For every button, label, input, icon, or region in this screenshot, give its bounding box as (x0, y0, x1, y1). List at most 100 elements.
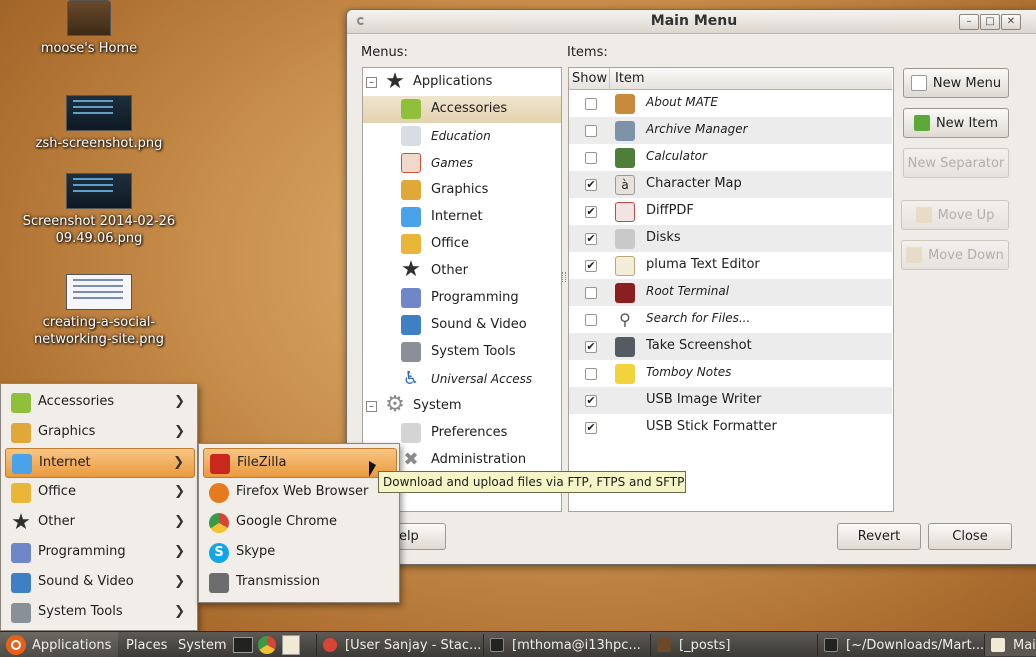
show-checkbox[interactable]: ✔ (585, 206, 597, 218)
show-checkbox[interactable]: ✔ (585, 341, 597, 353)
desktop-icon-home[interactable]: moose's Home (30, 0, 148, 57)
show-checkbox[interactable] (585, 98, 597, 110)
terminal-launcher-icon[interactable] (233, 637, 253, 653)
taskbar-item-chrome[interactable]: [User Sanjay - Stac... (316, 634, 482, 656)
chevron-right-icon: ❯ (174, 484, 185, 499)
tree-item-office[interactable]: Office (363, 231, 561, 258)
tree-item-internet[interactable]: Internet (363, 204, 561, 231)
menu-item-office[interactable]: Office ❯ (5, 478, 195, 508)
tree-item-system[interactable]: – ⚙ System (363, 393, 561, 420)
collapse-icon[interactable]: – (366, 77, 377, 88)
desktop-icon-zsh-screenshot[interactable]: zsh-screenshot.png (30, 95, 168, 152)
column-header-show[interactable]: Show (572, 71, 607, 86)
taskbar-item-terminal[interactable]: [mthoma@i13hpc... (483, 634, 649, 656)
close-button[interactable]: Close (928, 523, 1012, 550)
menu-item-other[interactable]: ★ Other ❯ (5, 508, 195, 538)
revert-button[interactable]: Revert (837, 523, 921, 550)
disk-icon (615, 229, 635, 249)
close-window-button[interactable]: ✕ (1001, 14, 1021, 30)
tree-item-label: Other (431, 263, 468, 278)
move-down-label: Move Down (928, 247, 1004, 263)
maximize-button[interactable]: □ (980, 14, 1000, 30)
list-item[interactable]: ✔ DiffPDF (569, 198, 892, 225)
menu-item-system-tools[interactable]: System Tools ❯ (5, 598, 195, 628)
search-icon: ⚲ (619, 310, 631, 329)
list-item[interactable]: ✔ USB Stick Formatter (569, 414, 892, 441)
tree-item-other[interactable]: ★ Other (363, 258, 561, 285)
show-checkbox[interactable]: ✔ (585, 422, 597, 434)
menu-item-filezilla[interactable]: FileZilla (203, 448, 397, 478)
show-checkbox[interactable] (585, 125, 597, 137)
desktop-icon-screenshot[interactable]: Screenshot 2014-02-26 09.49.06.png (22, 173, 176, 247)
column-header-item[interactable]: Item (615, 71, 645, 86)
list-item[interactable]: ✔ à Character Map (569, 171, 892, 198)
menu-item-skype[interactable]: S Skype (203, 538, 397, 568)
tree-item-graphics[interactable]: Graphics (363, 177, 561, 204)
text-editor-launcher-icon[interactable] (282, 635, 300, 655)
tree-item-sound-video[interactable]: Sound & Video (363, 312, 561, 339)
show-checkbox[interactable] (585, 152, 597, 164)
list-item[interactable]: ✔ pluma Text Editor (569, 252, 892, 279)
move-up-button[interactable]: Move Up (901, 200, 1009, 230)
new-menu-button[interactable]: New Menu (903, 68, 1009, 98)
items-list[interactable]: Show Item About MATE Archive Manager Cal… (568, 67, 894, 512)
desktop-icon-social-networking[interactable]: creating-a-social-networking-site.png (22, 274, 176, 348)
show-checkbox[interactable]: ✔ (585, 260, 597, 272)
menu-item-internet[interactable]: Internet ❯ (5, 448, 195, 478)
menu-item-transmission[interactable]: Transmission (203, 568, 397, 598)
menu-item-firefox[interactable]: Firefox Web Browser (203, 478, 397, 508)
tree-item-system-tools[interactable]: System Tools (363, 339, 561, 366)
taskbar-item-downloads[interactable]: [~/Downloads/Mart... (817, 634, 983, 656)
menu-item-accessories[interactable]: Accessories ❯ (5, 388, 195, 418)
tree-item-applications[interactable]: – ★ Applications (363, 69, 561, 96)
menu-item-sound-video[interactable]: Sound & Video ❯ (5, 568, 195, 598)
show-checkbox[interactable] (585, 368, 597, 380)
system-menu-button[interactable]: System (178, 632, 226, 657)
pane-splitter[interactable] (562, 272, 566, 282)
list-item[interactable]: About MATE (569, 90, 892, 117)
list-item[interactable]: ⚲ Search for Files... (569, 306, 892, 333)
tree-item-programming[interactable]: Programming (363, 285, 561, 312)
list-item[interactable]: Root Terminal (569, 279, 892, 306)
camera-icon (615, 337, 635, 357)
tools-icon (401, 342, 421, 362)
show-checkbox[interactable]: ✔ (585, 233, 597, 245)
tree-item-education[interactable]: Education (363, 123, 561, 150)
show-checkbox[interactable]: ✔ (585, 395, 597, 407)
tree-item-accessories[interactable]: Accessories (363, 96, 561, 123)
list-item[interactable]: ✔ USB Image Writer (569, 387, 892, 414)
list-item[interactable]: ✔ Take Screenshot (569, 333, 892, 360)
new-item-button[interactable]: New Item (903, 108, 1009, 138)
tree-item-games[interactable]: Games (363, 150, 561, 177)
menu-item-google-chrome[interactable]: Google Chrome (203, 508, 397, 538)
collapse-icon[interactable]: – (366, 401, 377, 412)
chrome-launcher-icon[interactable] (258, 636, 276, 654)
tree-item-universal-access[interactable]: ♿ Universal Access (363, 366, 561, 393)
gear-icon: ⚙ (385, 392, 405, 417)
show-checkbox[interactable]: ✔ (585, 179, 597, 191)
places-menu-button[interactable]: Places (126, 632, 167, 657)
show-checkbox[interactable] (585, 314, 597, 326)
chrome-icon (323, 638, 337, 652)
tree-item-label: Sound & Video (431, 317, 527, 332)
task-label: [~/Downloads/Mart... (846, 637, 983, 653)
minimize-button[interactable]: – (959, 14, 979, 30)
new-separator-button[interactable]: New Separator (903, 148, 1009, 178)
menu-item-graphics[interactable]: Graphics ❯ (5, 418, 195, 448)
item-label: Root Terminal (646, 284, 730, 298)
show-checkbox[interactable] (585, 287, 597, 299)
applications-menu-button[interactable]: Applications (0, 632, 118, 657)
window-titlebar[interactable]: Main Menu – □ ✕ (347, 10, 1036, 34)
menu-item-programming[interactable]: Programming ❯ (5, 538, 195, 568)
list-item[interactable]: Calculator (569, 144, 892, 171)
taskbar-item-posts[interactable]: [_posts] (650, 634, 816, 656)
list-item[interactable]: ✔ Disks (569, 225, 892, 252)
new-menu-label: New Menu (932, 75, 1002, 91)
charmap-icon: à (615, 175, 635, 195)
skype-icon: S (209, 543, 229, 563)
item-label: Disks (646, 230, 681, 245)
taskbar-item-main-menu[interactable]: Mai (984, 634, 1036, 656)
list-item[interactable]: Tomboy Notes (569, 360, 892, 387)
move-down-button[interactable]: Move Down (901, 240, 1009, 270)
list-item[interactable]: Archive Manager (569, 117, 892, 144)
